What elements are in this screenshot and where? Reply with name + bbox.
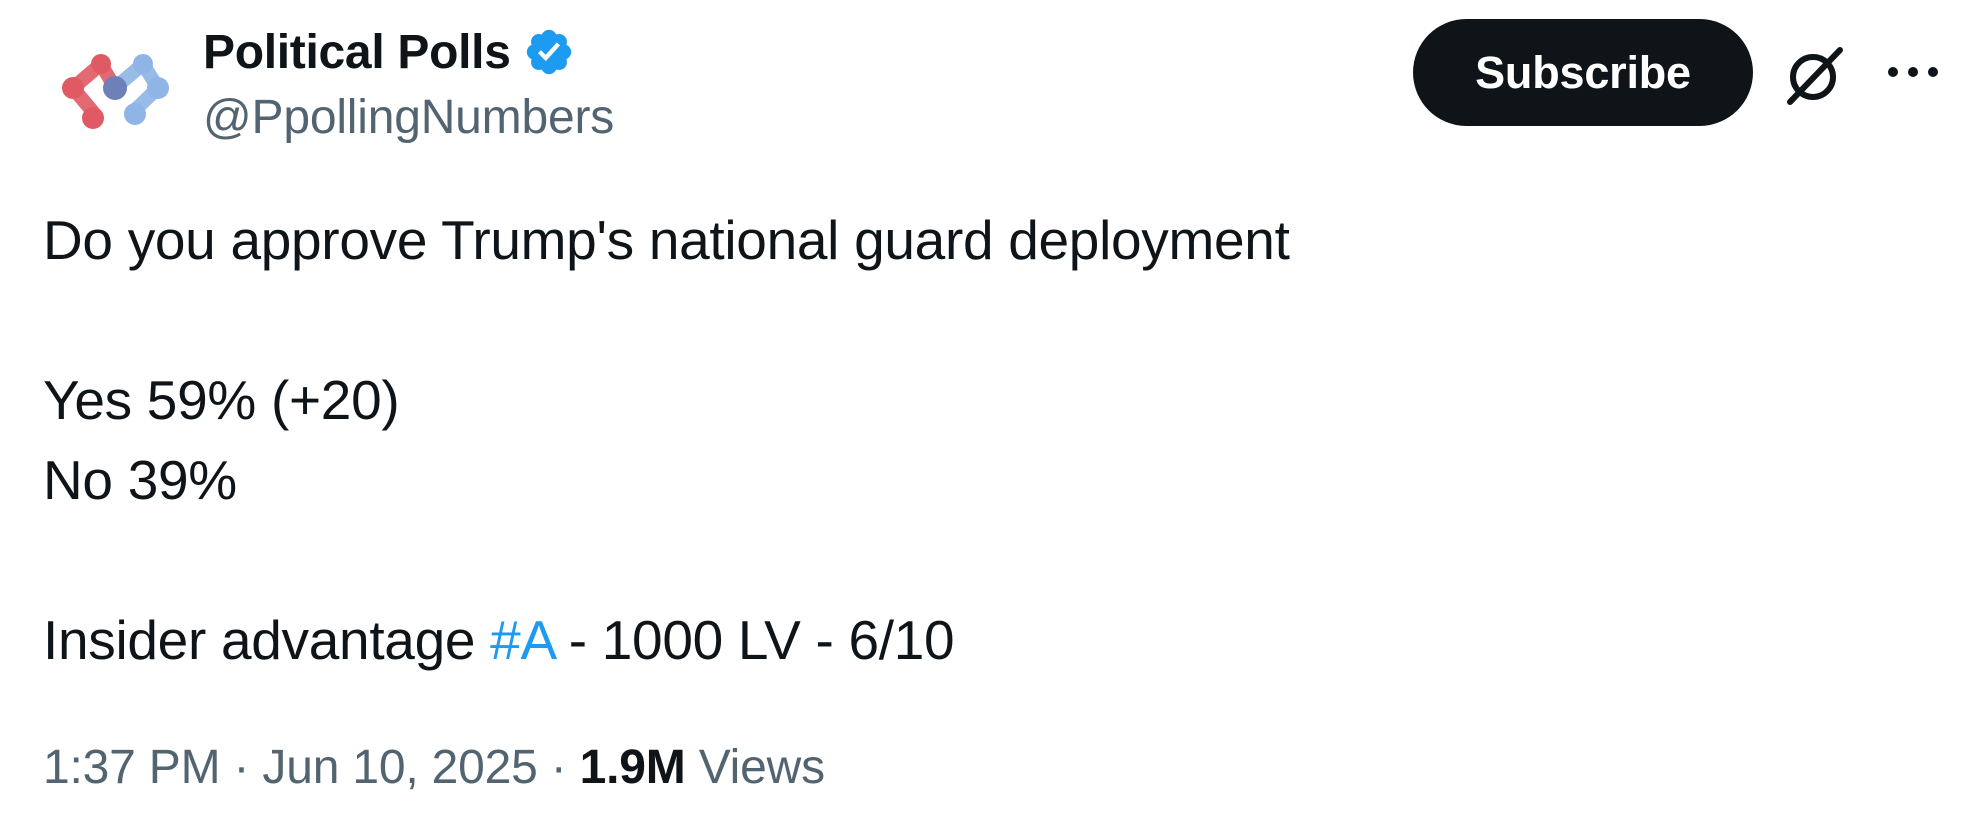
meta-separator: · — [220, 741, 263, 794]
avatar[interactable] — [43, 20, 178, 155]
tweet-date[interactable]: Jun 10, 2025 — [262, 740, 537, 795]
grok-icon[interactable] — [1782, 42, 1848, 108]
more-options-icon[interactable] — [1885, 52, 1941, 92]
author-handle[interactable]: @PpollingNumbers — [203, 90, 614, 145]
tweet-line-no: No 39% — [43, 449, 237, 511]
views-label[interactable]: Views — [686, 740, 825, 795]
source-suffix: - 1000 LV - 6/10 — [553, 609, 955, 671]
tweet-meta: 1:37 PM · Jun 10, 2025 · 1.9M Views — [43, 740, 825, 795]
display-name[interactable]: Political Polls — [203, 25, 511, 80]
views-count[interactable]: 1.9M — [580, 740, 686, 795]
tweet-line-source: Insider advantage #A - 1000 LV - 6/10 — [43, 600, 1290, 680]
tweet-line-question: Do you approve Trump's national guard de… — [43, 209, 1290, 271]
hashtag-link[interactable]: #A — [490, 609, 554, 671]
author-block[interactable]: Political Polls @PpollingNumbers — [203, 20, 614, 145]
name-row: Political Polls — [203, 20, 614, 84]
verified-badge-icon[interactable] — [523, 26, 575, 78]
tweet-time[interactable]: 1:37 PM — [43, 740, 221, 795]
tweet-line-yes: Yes 59% (+20) — [43, 369, 400, 431]
source-prefix: Insider advantage — [43, 609, 491, 671]
subscribe-button[interactable]: Subscribe — [1413, 19, 1753, 126]
meta-separator: · — [537, 741, 580, 794]
tweet-text: Do you approve Trump's national guard de… — [43, 200, 1290, 680]
tweet-card: Political Polls @PpollingNumbers Subscri… — [0, 0, 1982, 838]
